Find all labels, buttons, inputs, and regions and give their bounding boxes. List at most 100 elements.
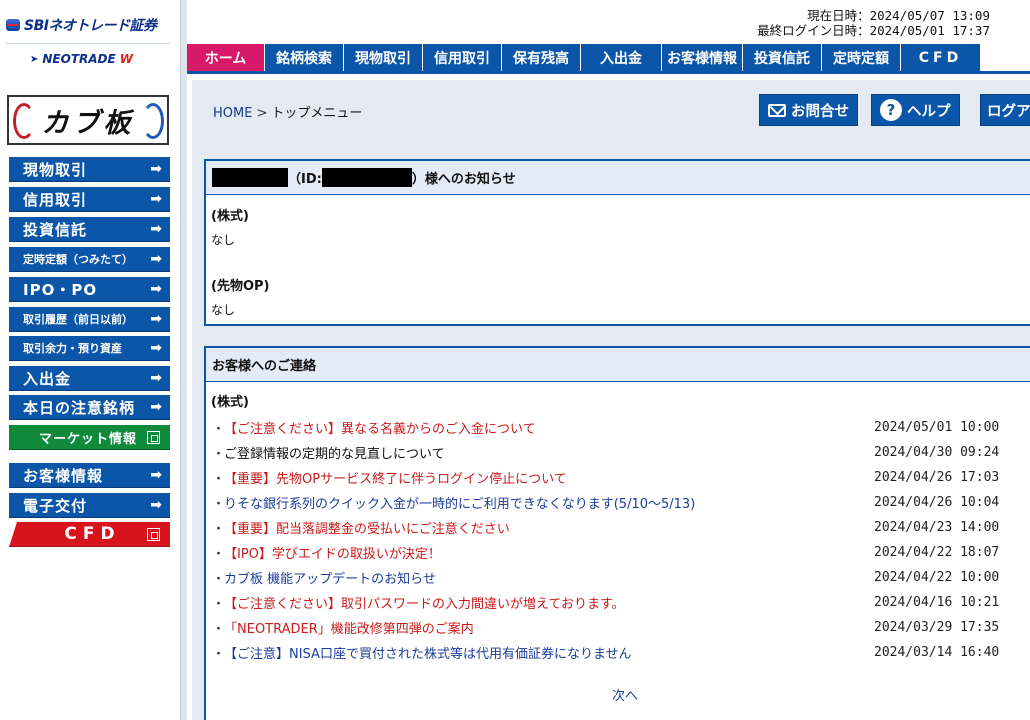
kabuita-banner-text: カブ板 (41, 107, 135, 139)
current-time-label: 現在日時： (807, 8, 870, 23)
bullet-icon: ・ (212, 447, 226, 462)
redacted-name (212, 168, 288, 187)
message-title-link[interactable]: 【重要】配当落調整金の受払いにご注意ください (224, 518, 874, 537)
external-window-icon (147, 431, 160, 444)
sidebar-item-customer-info[interactable]: お客様情報 ➡ (9, 463, 170, 488)
arrow-right-icon: ➡ (150, 497, 162, 513)
breadcrumb-separator: > (256, 106, 268, 121)
bullet-icon: ・ (212, 622, 226, 637)
arrow-right-icon: ➡ (150, 370, 162, 386)
sidebar-item-caution-stocks[interactable]: 本日の注意銘柄 ➡ (9, 395, 170, 420)
sidebar-item-label: 投資信託 (23, 220, 88, 239)
sidebar-item-label: マーケット情報 (39, 431, 138, 447)
external-window-icon (147, 528, 160, 541)
message-row: ・【重要】先物OPサービス終了に伴うログイン停止について 2024/04/26 1… (212, 465, 1024, 490)
last-login-value: 2024/05/01 17:37 (869, 23, 990, 38)
message-date: 2024/04/22 18:07 (874, 545, 1000, 560)
personal-notice-panel: （ID: ）様へのお知らせ (株式) なし (先物OP) なし (204, 159, 1030, 326)
logout-button-label: ログアウト (987, 103, 1030, 120)
help-button[interactable]: ? ヘルプ (871, 94, 960, 126)
sidebar-item-cfd[interactable]: CFD (9, 522, 170, 547)
nav-tab-home[interactable]: ホーム (187, 44, 265, 71)
kabuita-banner[interactable]: カブ板 (7, 95, 169, 145)
notice-stock-section: (株式) なし (211, 205, 249, 248)
bullet-icon: ・ (212, 522, 226, 537)
message-row: ・カブ板 機能アップデートのお知らせ 2024/04/22 10:00 (212, 565, 1024, 590)
nav-tab-cfd[interactable]: CFD (901, 44, 981, 71)
neotrade-mark-icon: ➤ (30, 53, 39, 65)
help-icon: ? (880, 99, 902, 121)
sidebar-item-label: お客様情報 (23, 466, 104, 485)
arrow-right-icon: ➡ (150, 161, 162, 177)
sidebar-item-regular-investment[interactable]: 定時定額（つみたて） ➡ (9, 247, 170, 272)
sidebar-item-trade-history[interactable]: 取引履歴（前日以前） ➡ (9, 307, 170, 332)
message-row: ・ご登録情報の定期的な見直しについて 2024/04/30 09:24 (212, 440, 1024, 465)
brand-divider (6, 43, 170, 44)
notice-futures-body: なし (211, 303, 236, 317)
datetime-info: 現在日時：2024/05/07 13:09 最終ログイン日時：2024/05/0… (757, 8, 990, 38)
message-date: 2024/05/01 10:00 (874, 420, 1000, 435)
sidebar-item-deposit-withdrawal[interactable]: 入出金 ➡ (9, 366, 170, 391)
message-date: 2024/04/26 17:03 (874, 470, 1000, 485)
nav-tab-regular-investment[interactable]: 定時定額 (822, 44, 901, 71)
personal-notice-header: （ID: ）様へのお知らせ (206, 161, 1030, 195)
breadcrumb-home-link[interactable]: HOME (213, 106, 252, 121)
message-title-link[interactable]: 【ご注意ください】異なる名義からのご入金について (224, 418, 874, 437)
nav-tab-margin-trading[interactable]: 信用取引 (423, 44, 502, 71)
message-title-link[interactable]: ご登録情報の定期的な見直しについて (224, 443, 874, 462)
sidebar-item-label: 現物取引 (23, 160, 88, 179)
sidebar-item-buying-power[interactable]: 取引余力・預り資産 ➡ (9, 336, 170, 361)
help-button-label: ヘルプ (907, 103, 951, 120)
nav-tab-investment-trust[interactable]: 投資信託 (743, 44, 822, 71)
inquiry-button[interactable]: お問合せ (759, 94, 858, 126)
message-title-link[interactable]: りそな銀行系列のクイック入金が一時的にご利用できなくなります(5/10～5/13… (224, 493, 874, 512)
arrow-right-icon: ➡ (150, 467, 162, 483)
contact-stock-title: (株式) (211, 395, 249, 410)
content-topbar: HOME >トップメニュー お問合せ ? ヘルプ ログアウト (192, 80, 1030, 138)
redacted-id (321, 168, 412, 187)
nav-tab-holdings[interactable]: 保有残高 (502, 44, 581, 71)
bullet-icon: ・ (212, 422, 226, 437)
bullet-icon: ・ (212, 472, 226, 487)
breadcrumb: HOME > トップメニュー (213, 102, 362, 121)
customer-contact-header: お客様へのご連絡 (206, 348, 1030, 382)
customer-contact-panel: お客様へのご連絡 (株式) ・【ご注意ください】異なる名義からのご入金について 2… (204, 346, 1030, 720)
next-page-link[interactable]: 次へ (612, 685, 638, 704)
message-title-link[interactable]: カブ板 機能アップデートのお知らせ (224, 568, 874, 587)
message-title-link[interactable]: 【ご注意】NISA口座で買付された株式等は代用有価証券になりません (224, 643, 874, 662)
sidebar-item-label: 信用取引 (23, 190, 88, 209)
message-row: ・【ご注意】NISA口座で買付された株式等は代用有価証券になりません 2024/0… (212, 640, 1024, 665)
sbi-logo[interactable]: SBIネオトレード証券 (6, 14, 176, 36)
message-title-link[interactable]: 【重要】先物OPサービス終了に伴うログイン停止について (224, 468, 874, 487)
bullet-icon: ・ (212, 572, 226, 587)
message-row: ・【ご注意ください】異なる名義からのご入金について 2024/05/01 10:0… (212, 415, 1024, 440)
message-title-link[interactable]: 「NEOTRADER」機能改修第四弾のご案内 (224, 618, 874, 637)
nav-tab-spot-trading[interactable]: 現物取引 (344, 44, 423, 71)
sidebar-item-e-delivery[interactable]: 電子交付 ➡ (9, 493, 170, 518)
sidebar-item-label: IPO・PO (23, 280, 98, 299)
nav-tab-customer-info[interactable]: お客様情報 (662, 44, 743, 71)
sidebar-item-ipo-po[interactable]: IPO・PO ➡ (9, 277, 170, 302)
sidebar-item-label: 入出金 (23, 369, 72, 388)
sidebar-item-investment-trust[interactable]: 投資信託 ➡ (9, 217, 170, 242)
notice-title-suffix: ）様へのお知らせ (411, 172, 516, 187)
bullet-icon: ・ (212, 497, 226, 512)
message-title-link[interactable]: 【IPO】学びエイドの取扱いが決定！ (224, 543, 874, 562)
message-title-link[interactable]: 【ご注意ください】取引パスワードの入力間違いが増えております。 (224, 593, 874, 612)
sidebar-item-spot-trading[interactable]: 現物取引 ➡ (9, 157, 170, 182)
nav-tab-deposit[interactable]: 入出金 (581, 44, 662, 71)
message-date: 2024/04/23 14:00 (874, 520, 1000, 535)
neotrade-logo[interactable]: ➤ NEOTRADE W (30, 50, 133, 68)
message-list: ・【ご注意ください】異なる名義からのご入金について 2024/05/01 10:0… (212, 415, 1024, 665)
breadcrumb-current: トップメニュー (271, 106, 363, 121)
nav-underline (187, 71, 1030, 74)
bullet-icon: ・ (212, 547, 226, 562)
sidebar-item-market-info[interactable]: マーケット情報 (9, 425, 170, 450)
neotrade-logo-text: NEOTRADE (42, 52, 116, 66)
arrow-right-icon: ➡ (150, 251, 162, 267)
column-divider (180, 0, 187, 720)
logout-button[interactable]: ログアウト (980, 94, 1030, 126)
sidebar-item-margin-trading[interactable]: 信用取引 ➡ (9, 187, 170, 212)
sidebar-item-label: 取引履歴（前日以前） (23, 313, 133, 326)
nav-tab-stock-search[interactable]: 銘柄検索 (265, 44, 344, 71)
